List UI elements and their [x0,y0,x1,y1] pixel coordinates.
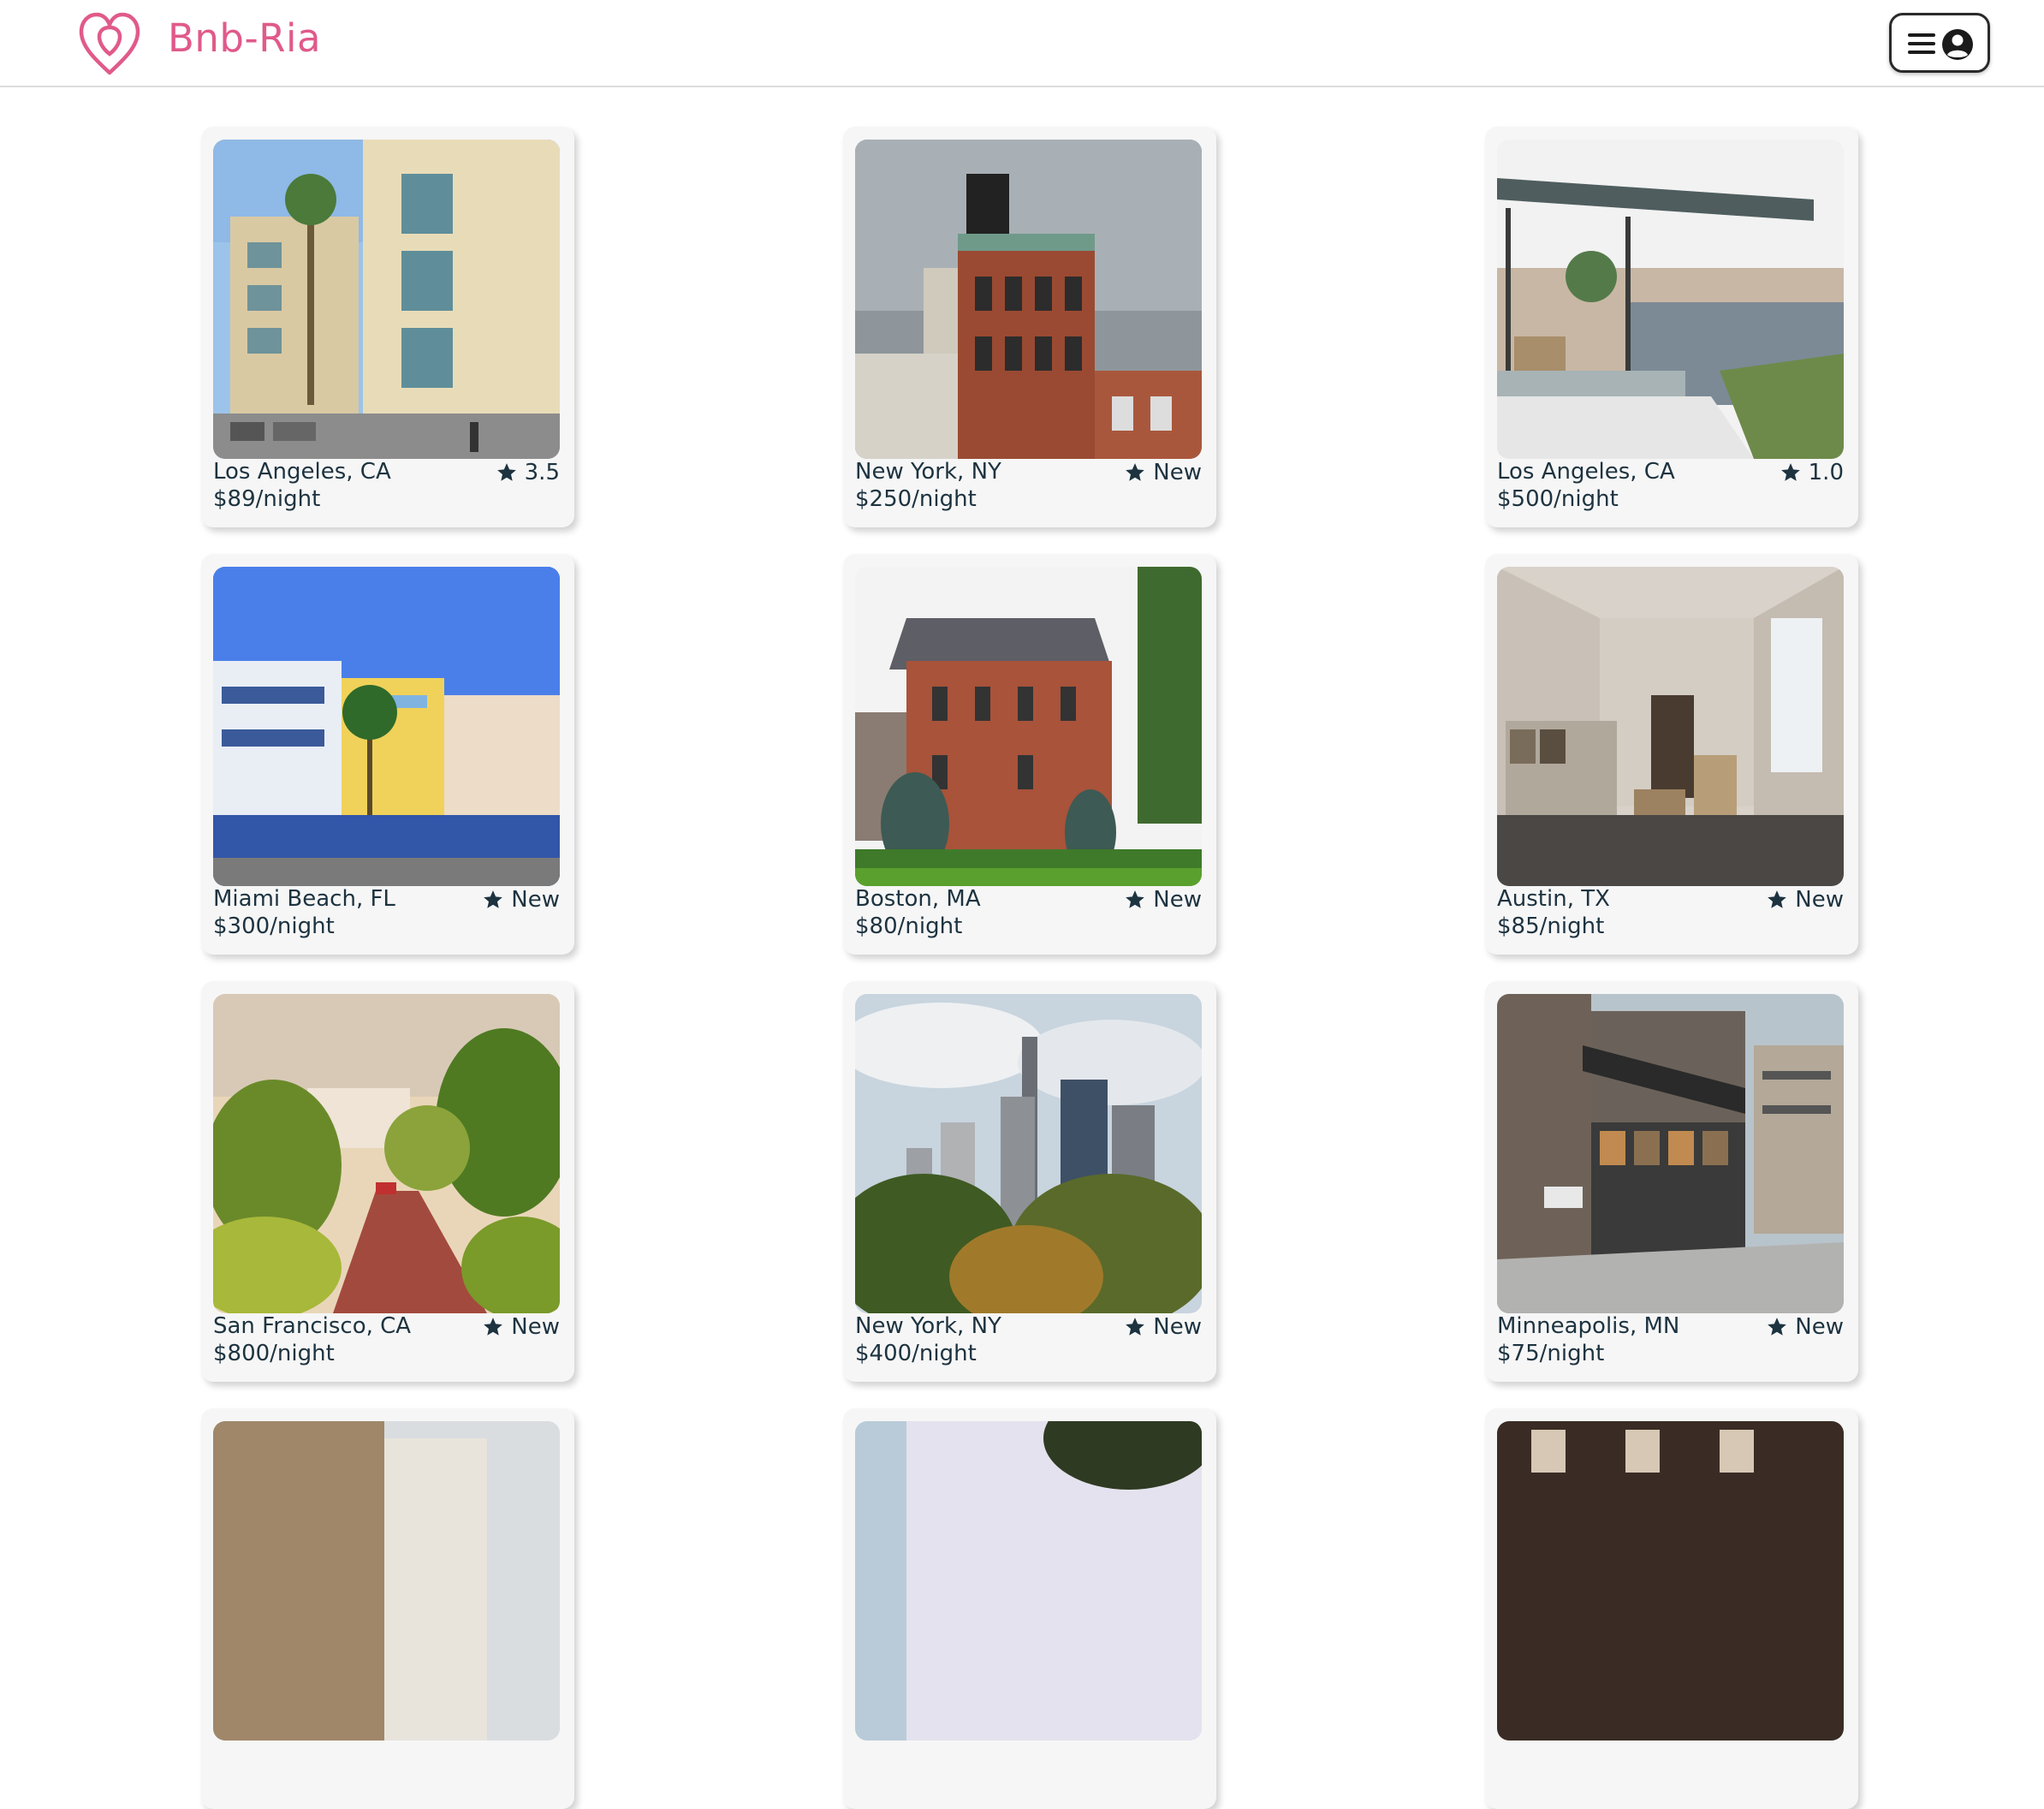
listing-card[interactable] [1485,1408,1858,1809]
listing-location: New York, NY [855,1313,1001,1339]
rating-value: New [1153,460,1202,485]
listing-location: New York, NY [855,459,1001,485]
airbnb-style-logo-icon[interactable] [76,9,143,78]
rating-value: New [1153,1314,1202,1340]
star-icon [1780,463,1800,481]
listing-location: Los Angeles, CA [1497,459,1675,485]
brand-name[interactable]: Bnb-Ria [168,15,321,61]
listing-rating: 1.0 [1780,460,1844,485]
listing-card[interactable]: New York, NY New $250/night [843,127,1216,527]
listing-card[interactable]: Los Angeles, CA 1.0 $500/night [1485,127,1858,527]
top-navbar: Bnb-Ria [0,0,2044,87]
listing-location: Miami Beach, FL [213,886,395,912]
star-icon [496,463,516,481]
listing-photo[interactable] [855,140,1202,459]
listing-price: $800/night [213,1341,335,1366]
listing-photo[interactable] [213,567,560,886]
listing-photo[interactable] [213,140,560,459]
listing-photo[interactable] [1497,994,1844,1313]
listing-card[interactable]: Miami Beach, FL New $300/night [201,554,574,955]
listing-price: $85/night [1497,913,1605,939]
listing-card[interactable]: Austin, TX New $85/night [1485,554,1858,955]
rating-value: New [1795,887,1844,913]
listing-location: Boston, MA [855,886,981,912]
listing-card[interactable]: Boston, MA New $80/night [843,554,1216,955]
listing-photo[interactable] [1497,567,1844,886]
listing-photo[interactable] [213,1421,560,1741]
listing-photo[interactable] [213,994,560,1313]
star-icon [1126,463,1145,481]
user-circle-icon [1941,28,1974,61]
listing-rating: New [1124,1314,1202,1340]
listing-rating: New [482,1314,560,1340]
listing-card[interactable]: Minneapolis, MN New $75/night [1485,981,1858,1382]
listing-price: $500/night [1497,486,1619,512]
listing-price: $80/night [855,913,963,939]
star-icon [1126,890,1145,908]
listing-card[interactable] [843,1408,1216,1809]
user-menu-button[interactable] [1889,13,1990,73]
listing-price: $250/night [855,486,977,512]
rating-value: 1.0 [1808,460,1844,485]
star-icon [1768,890,1787,908]
listing-card[interactable]: Los Angeles, CA 3.5 $89/night [201,127,574,527]
listing-photo[interactable] [1497,1421,1844,1741]
listing-card[interactable]: New York, NY New $400/night [843,981,1216,1382]
rating-value: 3.5 [524,460,560,485]
star-icon [1768,1318,1787,1336]
listing-rating: 3.5 [496,460,560,485]
listing-rating: New [1124,460,1202,485]
listing-card[interactable]: San Francisco, CA New $800/night [201,981,574,1382]
listing-price: $400/night [855,1341,977,1366]
listing-rating: New [1766,1314,1844,1340]
listing-rating: New [1124,887,1202,913]
rating-value: New [1153,887,1202,913]
hamburger-icon [1908,32,1935,56]
star-icon [484,1318,503,1336]
listing-photo[interactable] [855,1421,1202,1741]
listing-photo[interactable] [855,994,1202,1313]
rating-value: New [1795,1314,1844,1340]
listing-rating: New [482,887,560,913]
listing-price: $300/night [213,913,335,939]
listing-location: Austin, TX [1497,886,1610,912]
star-icon [1126,1318,1145,1336]
listing-location: San Francisco, CA [213,1313,412,1339]
star-icon [484,890,503,908]
listing-location: Minneapolis, MN [1497,1313,1680,1339]
rating-value: New [511,887,560,913]
listing-photo[interactable] [855,567,1202,886]
listing-rating: New [1766,887,1844,913]
listing-price: $75/night [1497,1341,1605,1366]
listing-location: Los Angeles, CA [213,459,391,485]
listing-photo[interactable] [1497,140,1844,459]
listing-price: $89/night [213,486,321,512]
listing-card[interactable] [201,1408,574,1809]
rating-value: New [511,1314,560,1340]
